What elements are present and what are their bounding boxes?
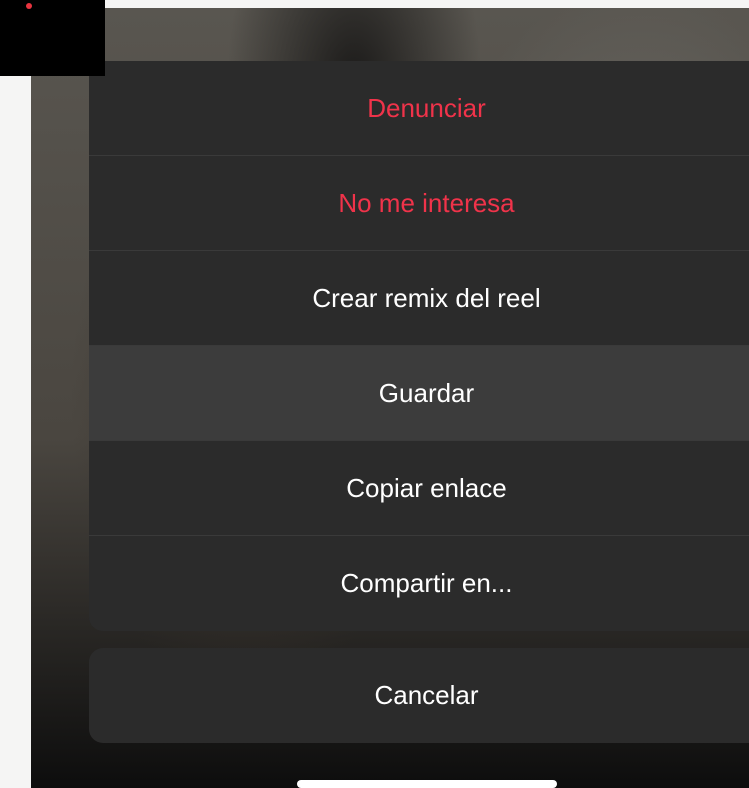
not-interested-button[interactable]: No me interesa xyxy=(89,156,749,251)
share-to-button[interactable]: Compartir en... xyxy=(89,536,749,631)
status-bar-corner xyxy=(0,0,105,76)
remix-reel-button[interactable]: Crear remix del reel xyxy=(89,251,749,346)
home-indicator[interactable] xyxy=(297,780,557,788)
action-sheet: Denunciar No me interesa Crear remix del… xyxy=(89,61,749,631)
recording-indicator-icon xyxy=(26,3,32,9)
reel-screen: Denunciar No me interesa Crear remix del… xyxy=(31,8,749,788)
save-button[interactable]: Guardar xyxy=(89,346,749,441)
report-button[interactable]: Denunciar xyxy=(89,61,749,156)
cancel-button[interactable]: Cancelar xyxy=(89,648,749,743)
copy-link-button[interactable]: Copiar enlace xyxy=(89,441,749,536)
